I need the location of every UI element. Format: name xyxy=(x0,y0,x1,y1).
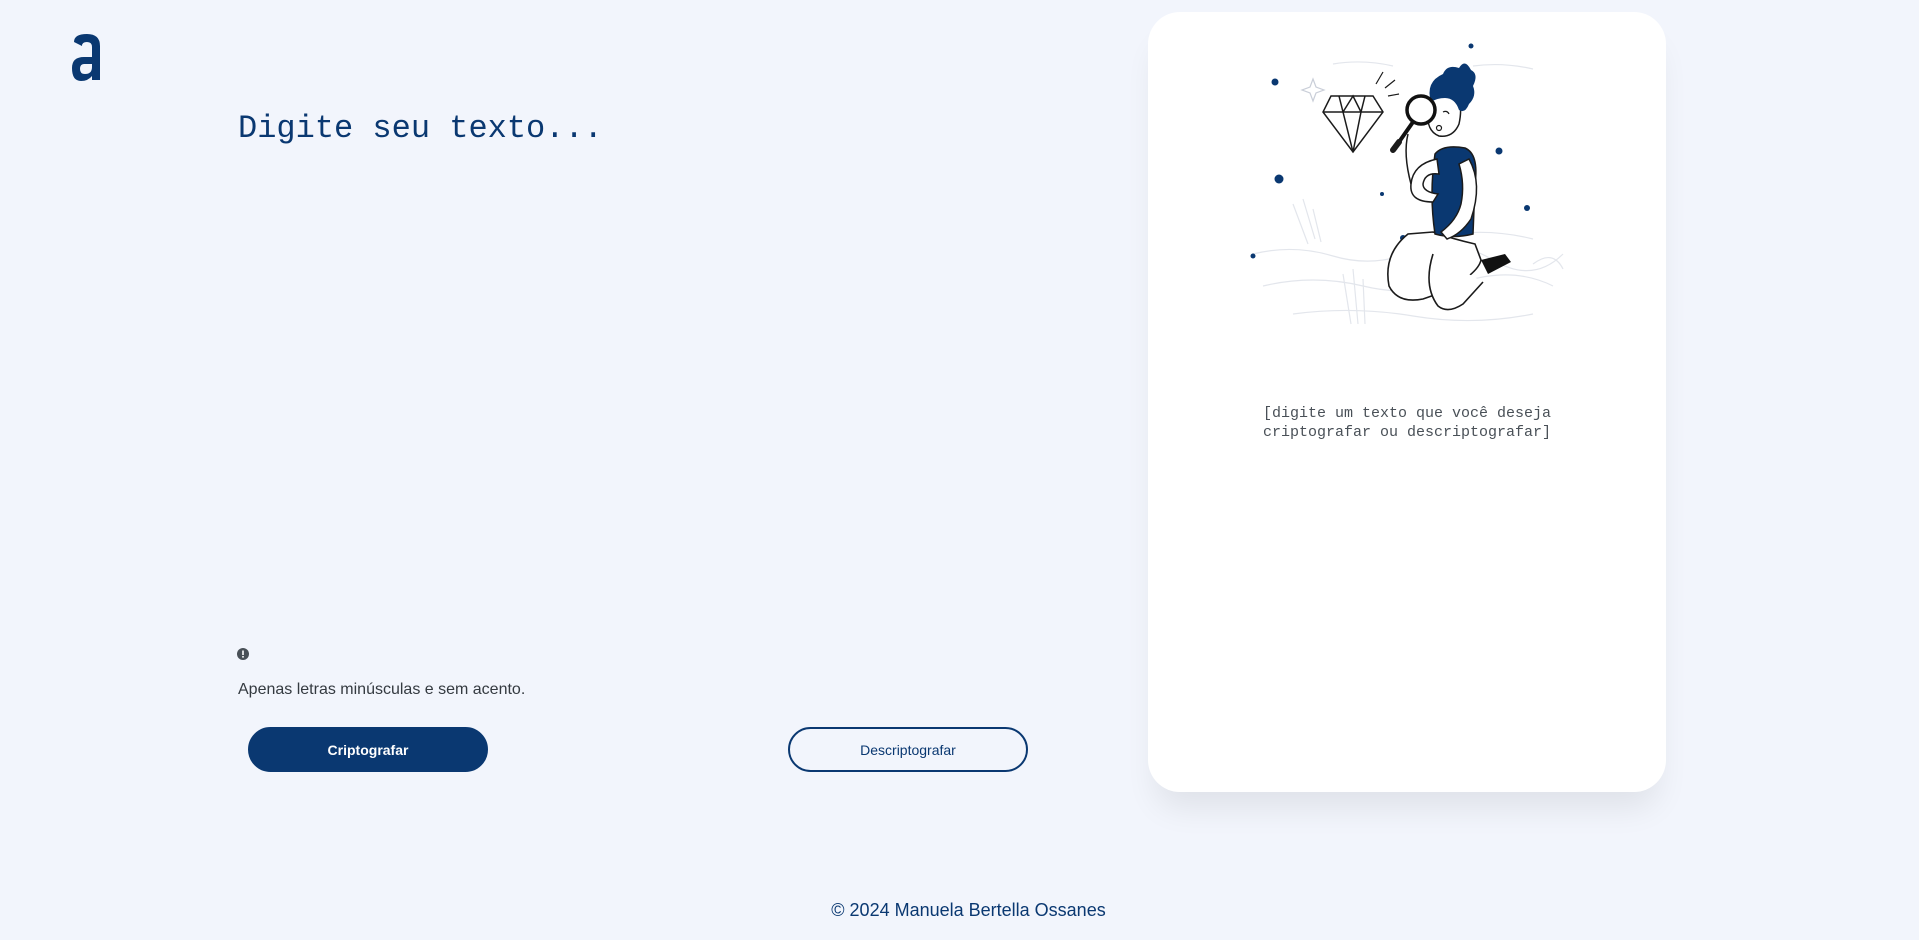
hint-text: Apenas letras minúsculas e sem acento. xyxy=(238,681,526,698)
encrypt-button[interactable]: Criptografar xyxy=(248,727,488,772)
alura-logo-icon[interactable] xyxy=(70,32,104,82)
text-input[interactable] xyxy=(238,110,1018,610)
footer-copyright: © 2024 Manuela Bertella Ossanes xyxy=(831,900,1106,920)
output-panel: [digite um texto que você deseja criptog… xyxy=(1148,12,1666,792)
info-icon xyxy=(237,648,249,660)
output-message-line-1: [digite um texto que você deseja xyxy=(1262,405,1552,422)
hint-icon-wrapper xyxy=(237,648,249,660)
search-illustration-icon xyxy=(1250,43,1564,325)
output-message-line-2: criptografar ou descriptografar] xyxy=(1262,424,1552,441)
page: Apenas letras minúsculas e sem acento. C… xyxy=(0,0,1919,940)
decrypt-button[interactable]: Descriptografar xyxy=(788,727,1028,772)
output-message: [digite um texto que você deseja criptog… xyxy=(1148,404,1666,442)
